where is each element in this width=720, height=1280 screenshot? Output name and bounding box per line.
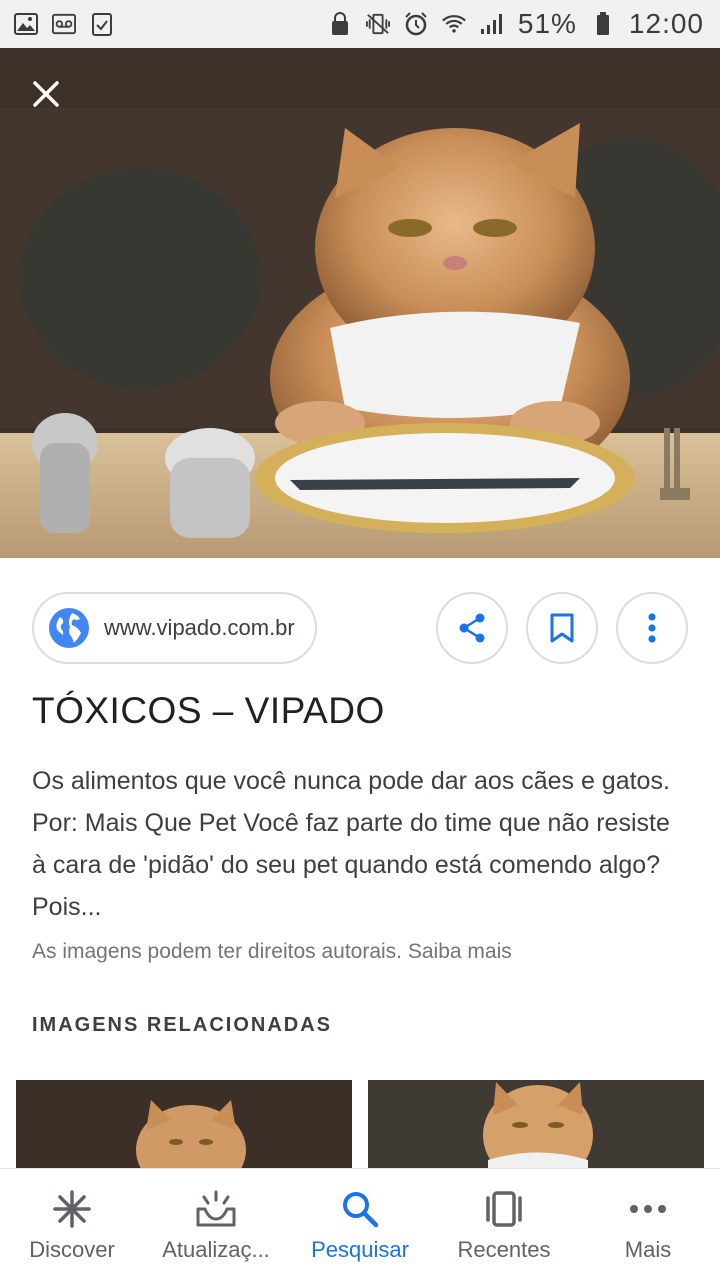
- nav-updates[interactable]: Atualizaç...: [144, 1169, 288, 1280]
- source-row: www.vipado.com.br: [32, 592, 688, 664]
- share-button[interactable]: [436, 592, 508, 664]
- bottom-navigation: Discover Atualizaç... Pesquisar Recentes…: [0, 1168, 720, 1280]
- clock-time: 12:00: [628, 8, 704, 39]
- nav-discover[interactable]: Discover: [0, 1169, 144, 1280]
- nav-search[interactable]: Pesquisar: [288, 1169, 432, 1280]
- more-horiz-icon: [626, 1187, 670, 1231]
- source-domain: www.vipado.com.br: [104, 615, 295, 640]
- share-icon: [459, 613, 485, 643]
- nav-label-recents: Recentes: [457, 1236, 551, 1262]
- close-button[interactable]: [28, 76, 64, 112]
- bookmark-icon: [550, 613, 574, 643]
- battery-percent: 51%: [517, 8, 577, 39]
- status-bar-right: 51% 12:00: [328, 8, 704, 40]
- globe-icon: [49, 608, 89, 648]
- cat-photo: [0, 48, 720, 558]
- asterisk-icon: [50, 1187, 94, 1231]
- close-icon: [33, 81, 59, 107]
- more-vert-icon: [648, 613, 656, 643]
- save-button[interactable]: [526, 592, 598, 664]
- clipboard-check-icon: [90, 12, 114, 36]
- cat-thumbnail: [368, 1080, 704, 1170]
- image-description: Os alimentos que você nunca pode dar aos…: [32, 767, 670, 921]
- cat-thumbnail: [16, 1080, 352, 1170]
- copyright-notice[interactable]: As imagens podem ter direitos autorais. …: [32, 940, 512, 964]
- more-options-button[interactable]: [616, 592, 688, 664]
- main-image[interactable]: [0, 48, 720, 558]
- nav-more[interactable]: Mais: [576, 1169, 720, 1280]
- status-bar: 51% 12:00: [0, 0, 720, 48]
- related-images: [16, 1080, 704, 1170]
- source-link[interactable]: www.vipado.com.br: [32, 592, 317, 664]
- nav-label-discover: Discover: [29, 1236, 115, 1262]
- action-buttons: [436, 592, 688, 664]
- related-image-thumb[interactable]: [16, 1080, 352, 1170]
- nav-recents[interactable]: Recentes: [432, 1169, 576, 1280]
- voicemail-icon: [52, 12, 76, 36]
- nav-label-updates: Atualizaç...: [162, 1236, 270, 1262]
- alarm-icon: [404, 12, 428, 36]
- nav-label-search: Pesquisar: [311, 1236, 409, 1262]
- recents-icon: [482, 1187, 526, 1231]
- updates-icon: [194, 1187, 238, 1231]
- nav-label-more: Mais: [624, 1236, 672, 1262]
- wifi-icon: [441, 12, 466, 36]
- image-icon: [14, 12, 38, 36]
- search-icon: [338, 1187, 382, 1231]
- related-image-thumb[interactable]: [368, 1080, 704, 1170]
- screen: 51% 12:00 www.vipado.com.br TÓXICOS – VI…: [0, 0, 720, 1280]
- status-bar-left: [14, 12, 114, 36]
- lock-icon: [328, 12, 352, 36]
- related-images-heading: IMAGENS RELACIONADAS: [32, 1014, 333, 1036]
- image-title[interactable]: TÓXICOS – VIPADO: [32, 690, 688, 732]
- battery-icon: [591, 12, 615, 36]
- vibrate-icon: [365, 12, 390, 36]
- signal-icon: [480, 12, 504, 36]
